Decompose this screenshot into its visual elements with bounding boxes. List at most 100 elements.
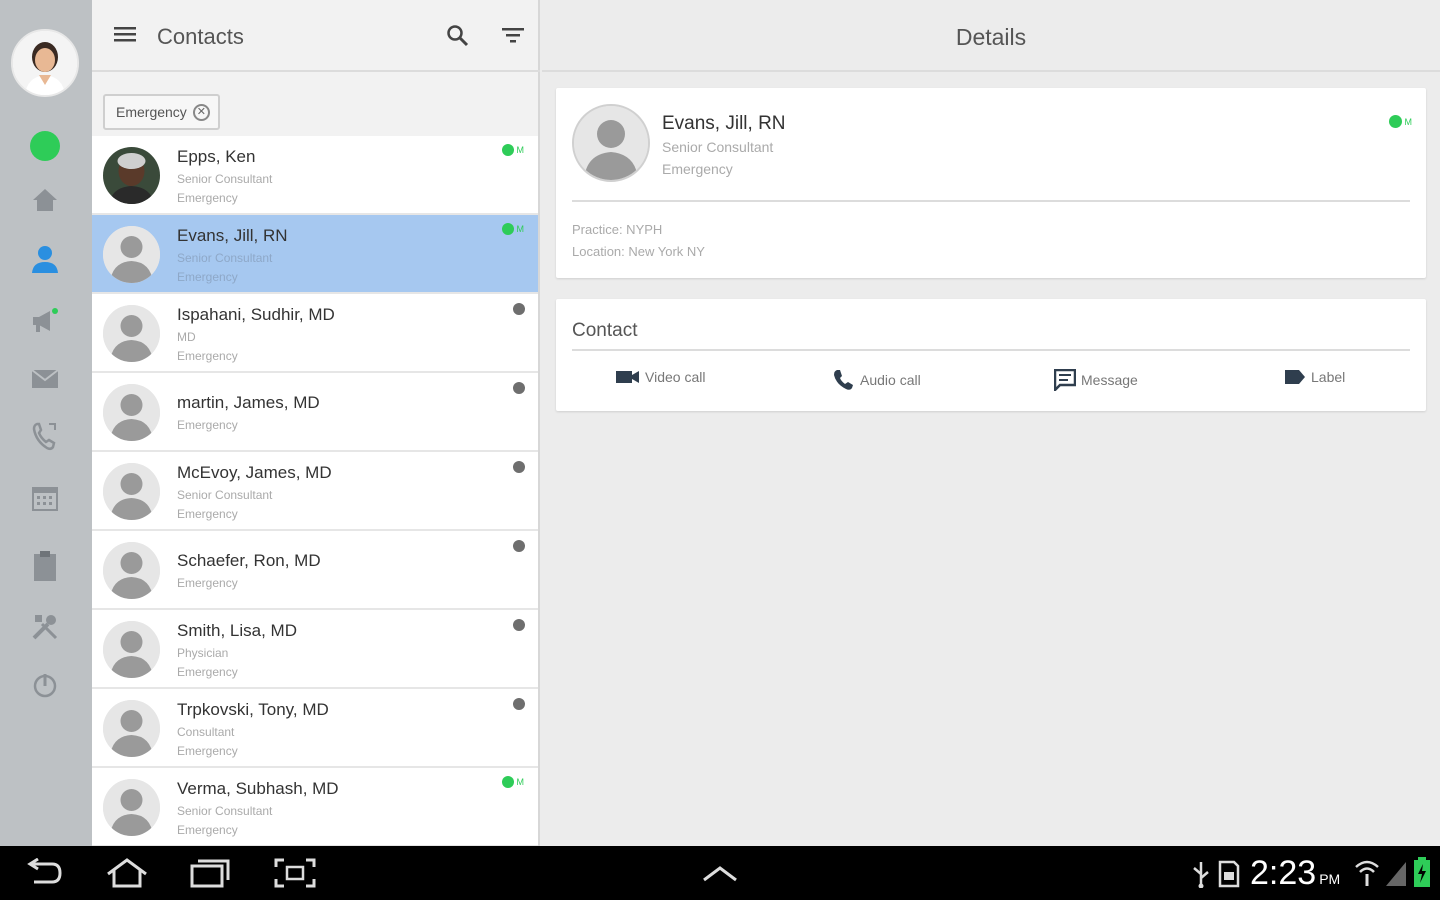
profile-avatar-placeholder-icon — [572, 104, 650, 182]
contact-row[interactable]: Epps, Ken Senior Consultant Emergency M — [92, 136, 538, 215]
profile-name: Evans, Jill, RN — [662, 113, 786, 134]
message-button[interactable]: Message — [1054, 369, 1138, 391]
contacts-header: Contacts — [92, 0, 540, 72]
presence-indicator: M — [501, 144, 525, 156]
recent-apps-icon[interactable] — [190, 858, 232, 893]
nav-rail — [0, 0, 92, 846]
contact-row[interactable]: Smith, Lisa, MD Physician Emergency — [92, 610, 538, 689]
contact-name: Evans, Jill, RN — [177, 226, 288, 245]
contact-row[interactable]: Schaefer, Ron, MD Emergency — [92, 531, 538, 610]
divider — [572, 349, 1410, 351]
contact-name: McEvoy, James, MD — [177, 463, 332, 482]
mail-icon[interactable] — [27, 361, 63, 397]
tools-icon[interactable] — [27, 609, 63, 645]
details-header: Details — [542, 0, 1440, 72]
details-title: Details — [955, 24, 1027, 50]
contact-detail-1: Consultant — [177, 725, 235, 739]
person-placeholder-icon — [103, 226, 160, 283]
home-button-icon[interactable] — [104, 858, 150, 893]
person-placeholder-icon — [103, 542, 160, 599]
contact-row[interactable]: Evans, Jill, RN Senior Consultant Emergenc… — [92, 215, 538, 294]
user-avatar[interactable] — [11, 29, 79, 97]
presence-label: M — [516, 777, 525, 787]
contact-detail-1: Senior Consultant — [177, 251, 273, 265]
presence-label: M — [1404, 116, 1413, 127]
contact-detail-1: Emergency — [177, 418, 238, 432]
back-icon[interactable] — [24, 857, 64, 893]
presence-label: M — [516, 145, 525, 155]
signal-icon — [1384, 858, 1408, 893]
person-placeholder-icon — [103, 305, 160, 362]
contact-row[interactable]: Trpkovski, Tony, MD Consultant Emergency — [92, 689, 538, 768]
status-clock: 2:23 PM — [1250, 854, 1340, 893]
power-icon[interactable] — [27, 667, 63, 703]
online-icon — [1388, 115, 1402, 128]
contact-detail-1: Senior Consultant — [177, 172, 273, 186]
app-window: Contacts Emergency ✕ Epps, Ken Senior Con… — [0, 0, 1440, 900]
contacts-icon[interactable] — [27, 241, 63, 277]
offline-icon — [513, 461, 525, 473]
wifi-icon — [1354, 858, 1380, 893]
presence-status-dot[interactable] — [30, 131, 60, 161]
online-icon — [501, 223, 514, 235]
contact-row[interactable]: McEvoy, James, MD Senior Consultant Emerge… — [92, 452, 538, 531]
message-icon — [1054, 369, 1076, 391]
contact-detail-1: Senior Consultant — [177, 804, 273, 818]
clock-time: 2:23 — [1250, 854, 1317, 892]
clipboard-icon[interactable] — [27, 548, 63, 584]
profile-card: Evans, Jill, RN Senior Consultant Emerge… — [556, 88, 1426, 278]
contact-detail-2: Emergency — [177, 191, 238, 205]
filter-chip[interactable]: Emergency ✕ — [103, 94, 220, 130]
label-icon — [1285, 370, 1305, 384]
contact-detail-1: Physician — [177, 646, 229, 660]
contact-detail-2: Emergency — [177, 665, 238, 679]
audio-call-button[interactable]: Audio call — [833, 369, 921, 391]
profile-presence-indicator: M — [1388, 115, 1413, 128]
message-label: Message — [1081, 372, 1138, 388]
contact-name: Ispahani, Sudhir, MD — [177, 305, 335, 324]
contact-row[interactable]: Ispahani, Sudhir, MD MD Emergency — [92, 294, 538, 373]
contact-name: Smith, Lisa, MD — [177, 621, 297, 640]
video-icon — [616, 371, 639, 383]
contact-detail-2: Emergency — [177, 744, 238, 758]
label-label: Label — [1311, 369, 1346, 385]
call-history-icon[interactable] — [27, 418, 63, 454]
contact-detail-2: Emergency — [177, 270, 238, 284]
contact-list: Epps, Ken Senior Consultant Emergency M Evan… — [92, 136, 538, 847]
contact-name: Schaefer, Ron, MD — [177, 551, 321, 570]
contact-detail-2: Emergency — [177, 507, 238, 521]
contact-detail-1: Emergency — [177, 576, 238, 590]
online-icon — [501, 776, 514, 788]
filter-icon[interactable] — [501, 26, 525, 51]
menu-icon[interactable] — [114, 24, 136, 49]
contact-row[interactable]: martin, James, MD Emergency — [92, 373, 538, 452]
broadcast-icon[interactable] — [27, 303, 63, 339]
calendar-icon[interactable] — [27, 480, 63, 516]
chevron-up-icon[interactable] — [700, 864, 740, 887]
video-call-label: Video call — [645, 369, 706, 385]
contact-name: Trpkovski, Tony, MD — [177, 700, 329, 719]
home-icon[interactable] — [27, 182, 63, 218]
contacts-panel: Contacts Emergency ✕ Epps, Ken Senior Con… — [92, 0, 540, 847]
person-placeholder-icon — [103, 384, 160, 441]
offline-icon — [513, 540, 525, 552]
search-icon[interactable] — [446, 24, 470, 53]
label-button[interactable]: Label — [1284, 369, 1345, 385]
person-placeholder-icon — [103, 779, 160, 836]
person-placeholder-icon — [103, 463, 160, 520]
clock-ampm: PM — [1319, 871, 1341, 887]
contact-row[interactable]: Verma, Subhash, MD Senior Consultant Emerg… — [92, 768, 538, 847]
system-navigation-bar: 2:23 PM — [0, 846, 1440, 900]
contact-detail-2: Emergency — [177, 823, 238, 837]
contact-detail-2: Emergency — [177, 349, 238, 363]
profile-department: Emergency — [662, 161, 733, 177]
screenshot-icon[interactable] — [274, 858, 316, 893]
video-call-button[interactable]: Video call — [616, 369, 705, 385]
usb-icon — [1190, 860, 1212, 893]
offline-icon — [513, 619, 525, 631]
profile-practice: Practice: NYPH — [572, 222, 663, 237]
contact-name: Verma, Subhash, MD — [177, 779, 339, 798]
contact-detail-1: Senior Consultant — [177, 488, 273, 502]
chip-remove-icon[interactable]: ✕ — [192, 103, 210, 121]
offline-icon — [513, 382, 525, 394]
